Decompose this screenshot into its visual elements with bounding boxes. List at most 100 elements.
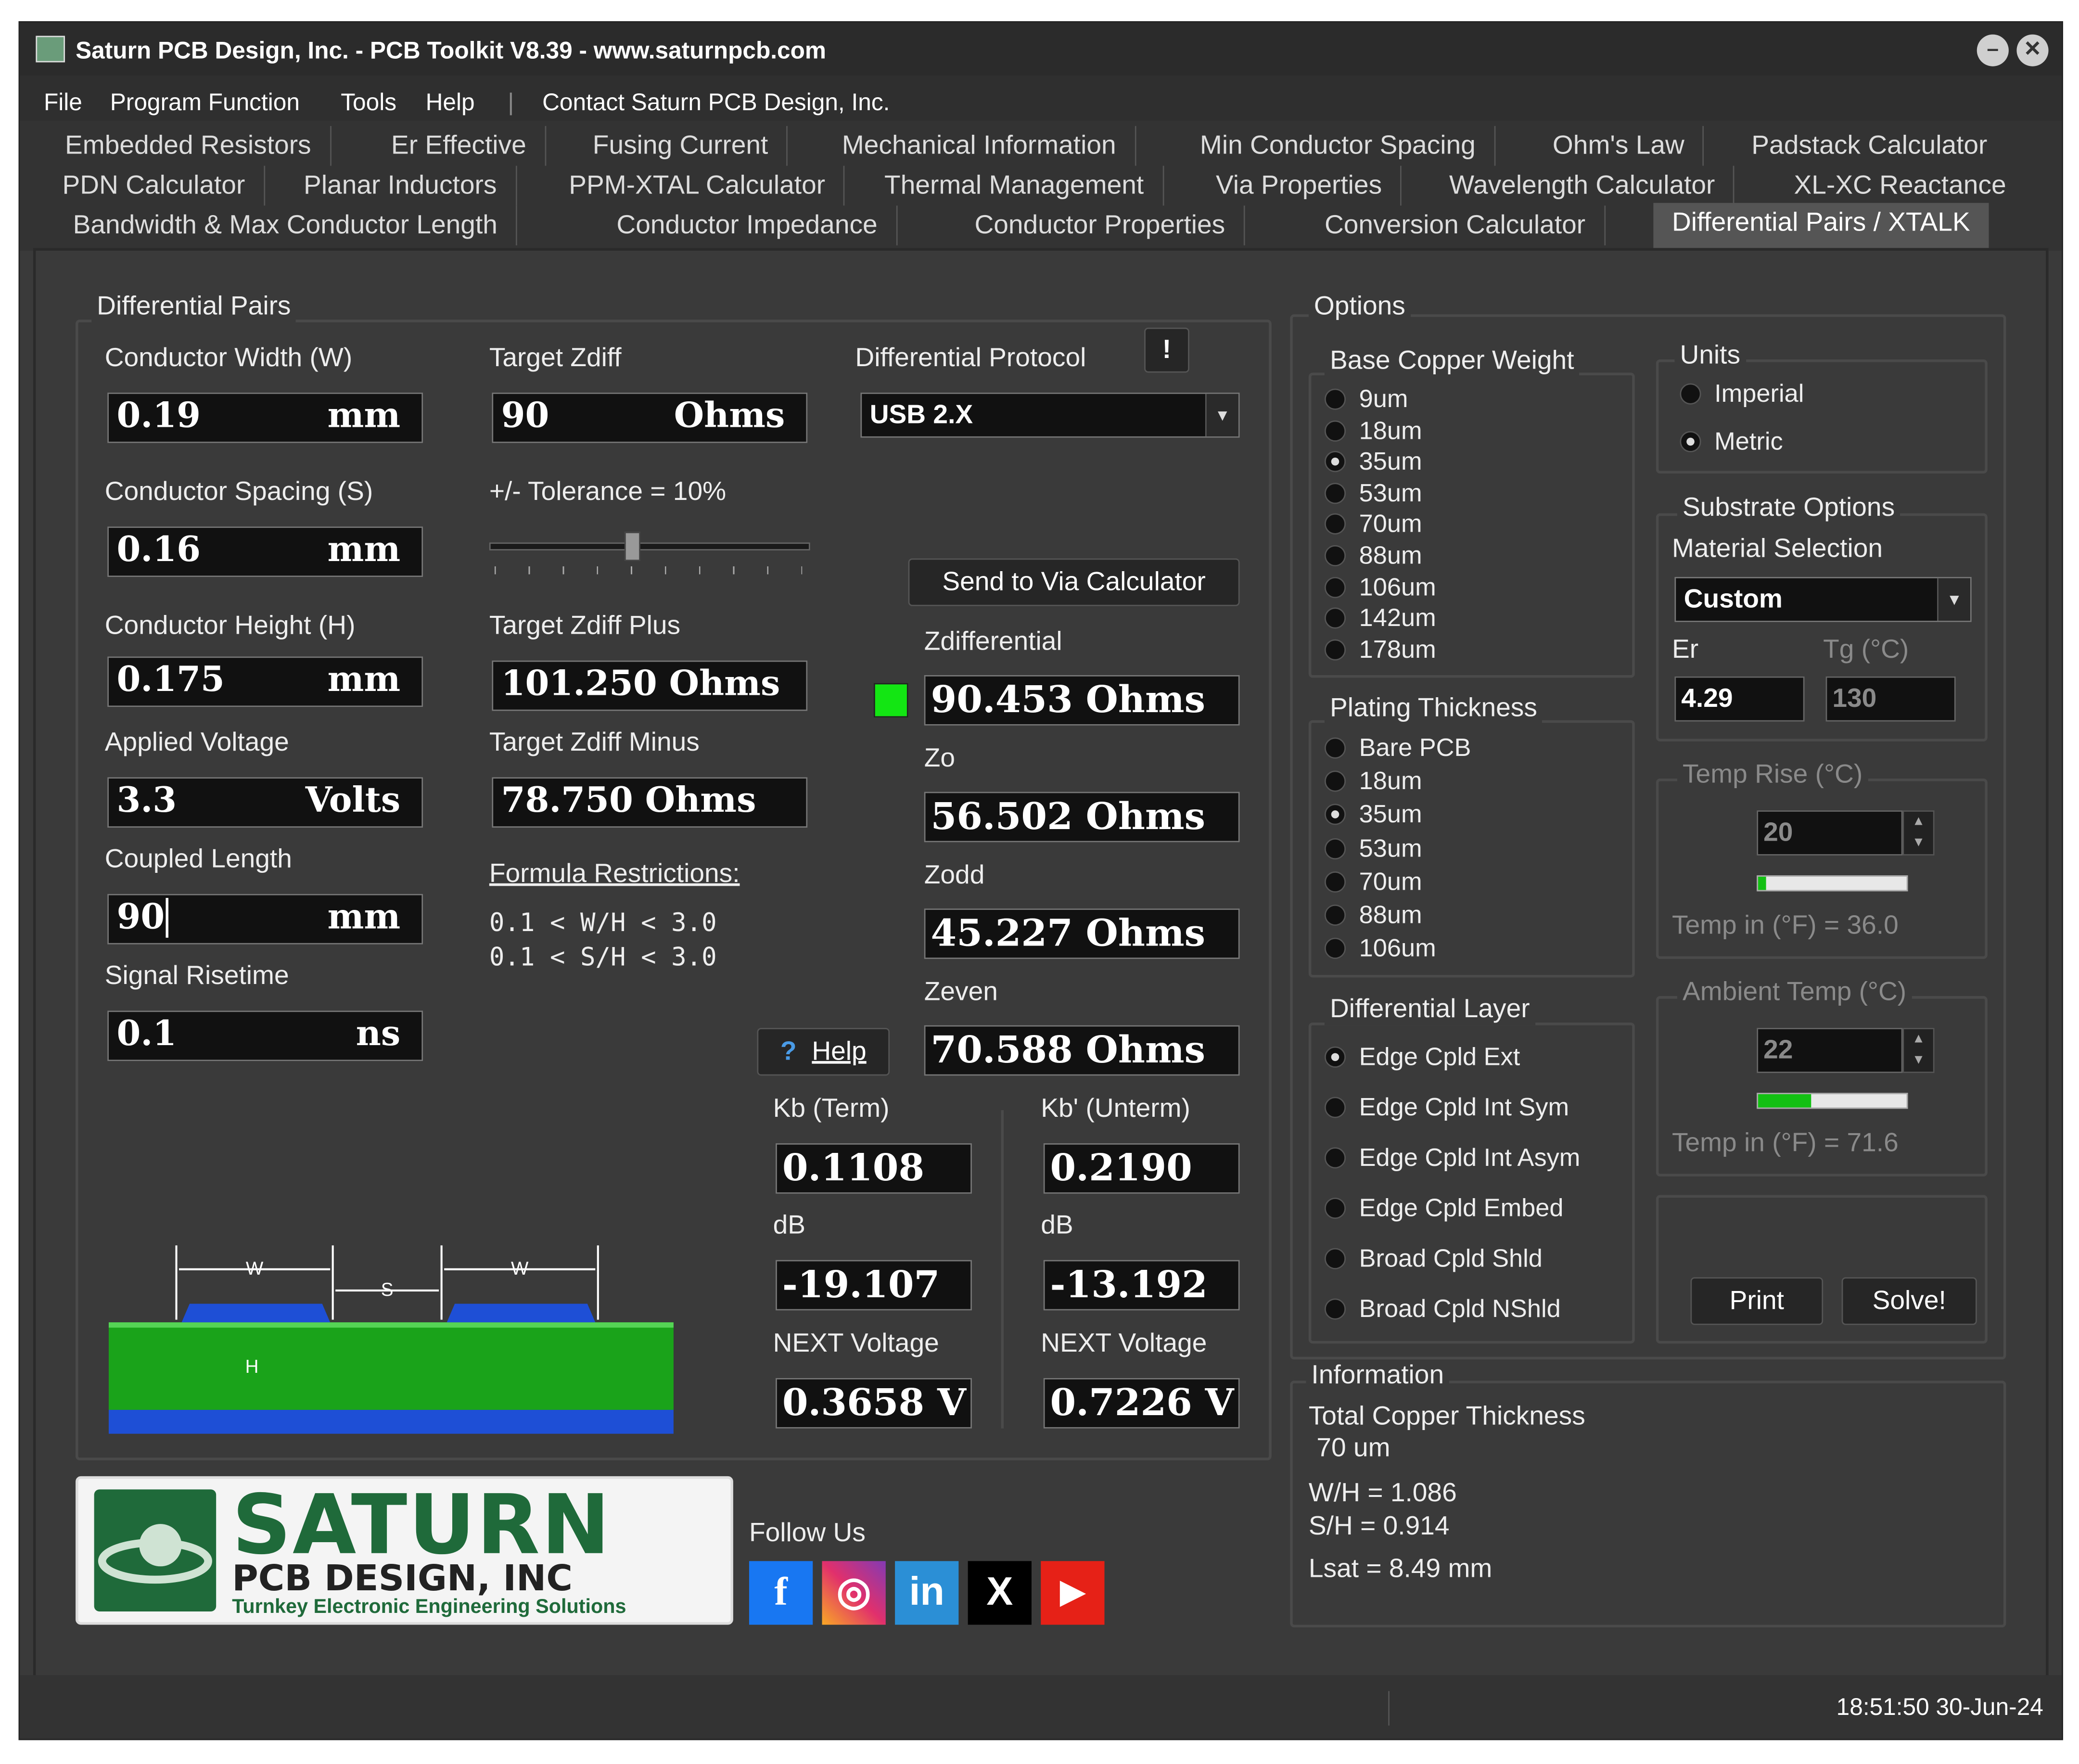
menu-contact[interactable]: Contact Saturn PCB Design, Inc.	[542, 89, 890, 117]
tab-fusing-current[interactable]: Fusing Current	[574, 126, 788, 166]
copper-radio[interactable]: 53um	[1324, 480, 1422, 509]
menu-program-function[interactable]: Program Function	[110, 89, 300, 117]
plating-radio[interactable]: 18um	[1324, 768, 1422, 797]
tg-input: 130	[1825, 676, 1956, 722]
tab-pdn-calculator[interactable]: PDN Calculator	[44, 166, 265, 206]
dbp-output: -13.192	[1043, 1260, 1240, 1311]
tab-mechanical-information[interactable]: Mechanical Information	[823, 126, 1136, 166]
radio-dot	[1324, 1046, 1346, 1068]
radio-dot	[1680, 431, 1701, 452]
radio-dot	[1324, 1198, 1346, 1219]
layer-radio[interactable]: Edge Cpld Int Asym	[1324, 1144, 1581, 1174]
height-input[interactable]: 0.175 mm	[107, 656, 423, 707]
instagram-icon[interactable]: ◎	[822, 1561, 886, 1625]
solve-button[interactable]: Solve!	[1841, 1277, 1977, 1325]
plating-radio[interactable]: Bare PCB	[1324, 735, 1471, 764]
protocol-select[interactable]: USB 2.X ▼	[860, 392, 1240, 438]
linkedin-icon[interactable]: in	[895, 1561, 959, 1625]
units-metric-radio[interactable]: Metric	[1680, 428, 1783, 458]
radio-dot	[1324, 770, 1346, 793]
kbp-label: Kb' (Unterm)	[1041, 1094, 1190, 1124]
help-button[interactable]: ? Help	[757, 1028, 890, 1076]
tab-thermal-management[interactable]: Thermal Management	[866, 166, 1164, 206]
x-icon[interactable]: X	[968, 1561, 1032, 1625]
facebook-icon[interactable]: f	[749, 1561, 813, 1625]
tab-planar-inductors[interactable]: Planar Inductors	[285, 166, 517, 206]
plating-radio[interactable]: 53um	[1324, 835, 1422, 864]
protocol-alert-button[interactable]: !	[1144, 327, 1189, 373]
plating-radio[interactable]: 106um	[1324, 935, 1436, 965]
tab-ohms-law[interactable]: Ohm's Law	[1534, 126, 1705, 166]
menu-tools[interactable]: Tools	[341, 89, 396, 117]
risetime-label: Signal Risetime	[104, 961, 289, 991]
plating-radio[interactable]: 35um	[1324, 802, 1422, 831]
tab-er-effective[interactable]: Er Effective	[372, 126, 547, 166]
tab-differential-pairs[interactable]: Differential Pairs / XTALK	[1653, 203, 1989, 248]
layer-radio[interactable]: Broad Cpld NShld	[1324, 1296, 1561, 1325]
radio-dot	[1324, 837, 1346, 859]
tab-min-conductor-spacing[interactable]: Min Conductor Spacing	[1181, 126, 1496, 166]
plating-label: 53um	[1359, 835, 1422, 863]
voltage-input[interactable]: 3.3 Volts	[107, 777, 423, 828]
target-zdiff-input[interactable]: 90 Ohms	[492, 392, 808, 443]
tab-wavelength-calculator[interactable]: Wavelength Calculator	[1430, 166, 1735, 206]
tab-bandwidth[interactable]: Bandwidth & Max Conductor Length	[54, 205, 518, 245]
layer-label: Edge Cpld Int Asym	[1359, 1144, 1581, 1173]
units-imperial-radio[interactable]: Imperial	[1680, 381, 1804, 410]
substrate-title: Substrate Options	[1677, 493, 1900, 524]
close-icon[interactable]: ✕	[2016, 34, 2049, 66]
material-select[interactable]: Custom ▼	[1674, 577, 1972, 622]
radio-dot	[1324, 513, 1346, 535]
saturn-logo[interactable]: SATURN PCB DESIGN, INC Turnkey Electroni…	[76, 1476, 733, 1625]
layer-label: Broad Cpld Shld	[1359, 1245, 1543, 1274]
plating-radio[interactable]: 88um	[1324, 902, 1422, 931]
tab-xl-xc-reactance[interactable]: XL-XC Reactance	[1775, 166, 2025, 206]
length-input[interactable]: 90 mm	[107, 894, 423, 945]
layer-radio[interactable]: Edge Cpld Embed	[1324, 1195, 1564, 1225]
tolerance-slider-thumb[interactable]	[624, 532, 641, 561]
copper-radio[interactable]: 70um	[1324, 511, 1422, 540]
er-input[interactable]: 4.29	[1674, 676, 1805, 722]
tab-embedded-resistors[interactable]: Embedded Resistors	[46, 126, 331, 166]
tab-conductor-impedance[interactable]: Conductor Impedance	[598, 205, 898, 245]
print-button[interactable]: Print	[1690, 1277, 1824, 1325]
tab-ppm-xtal-calculator[interactable]: PPM-XTAL Calculator	[550, 166, 845, 206]
width-input[interactable]: 0.19 mm	[107, 392, 423, 443]
copper-radio[interactable]: 178um	[1324, 636, 1436, 666]
tab-conductor-properties[interactable]: Conductor Properties	[956, 205, 1245, 245]
formula-restrictions-link[interactable]: Formula Restrictions:	[489, 859, 740, 890]
chevron-down-icon: ▼	[1937, 578, 1970, 621]
copper-radio[interactable]: 88um	[1324, 542, 1422, 572]
plating-radio[interactable]: 70um	[1324, 869, 1422, 898]
copper-radio[interactable]: 18um	[1324, 417, 1422, 447]
copper-radio[interactable]: 35um	[1324, 448, 1422, 478]
copper-radio[interactable]: 142um	[1324, 605, 1436, 634]
information-title: Information	[1306, 1361, 1450, 1392]
menu-help[interactable]: Help	[426, 89, 475, 117]
logo-sub: PCB DESIGN, INC	[232, 1558, 573, 1600]
radio-dot	[1324, 451, 1346, 473]
tab-padstack-calculator[interactable]: Padstack Calculator	[1733, 126, 2006, 166]
status-divider	[1388, 1691, 1390, 1726]
tab-via-properties[interactable]: Via Properties	[1197, 166, 1402, 206]
minimize-icon[interactable]: –	[1977, 34, 2009, 66]
copper-radio[interactable]: 9um	[1324, 386, 1408, 415]
tolerance-slider-track[interactable]	[489, 542, 810, 550]
risetime-input[interactable]: 0.1 ns	[107, 1010, 423, 1061]
length-label: Coupled Length	[104, 844, 292, 874]
options-title: Options	[1308, 292, 1411, 322]
spacing-input[interactable]: 0.16 mm	[107, 526, 423, 577]
tab-conversion-calculator[interactable]: Conversion Calculator	[1306, 205, 1606, 245]
layer-radio[interactable]: Broad Cpld Shld	[1324, 1245, 1543, 1275]
copper-label: 178um	[1359, 636, 1436, 665]
copper-radio[interactable]: 106um	[1324, 574, 1436, 603]
layer-radio[interactable]: Edge Cpld Int Sym	[1324, 1094, 1569, 1124]
spacing-label: Conductor Spacing (S)	[104, 477, 373, 507]
layer-radio[interactable]: Edge Cpld Ext	[1324, 1044, 1520, 1073]
radio-dot	[1324, 1147, 1346, 1169]
send-to-via-button[interactable]: Send to Via Calculator	[908, 558, 1240, 606]
menu-file[interactable]: File	[44, 89, 82, 117]
youtube-icon[interactable]: ▶	[1041, 1561, 1105, 1625]
ambient-spinner[interactable]: ▲ ▼	[1902, 1028, 1935, 1073]
temprise-spinner[interactable]: ▲ ▼	[1902, 810, 1935, 856]
